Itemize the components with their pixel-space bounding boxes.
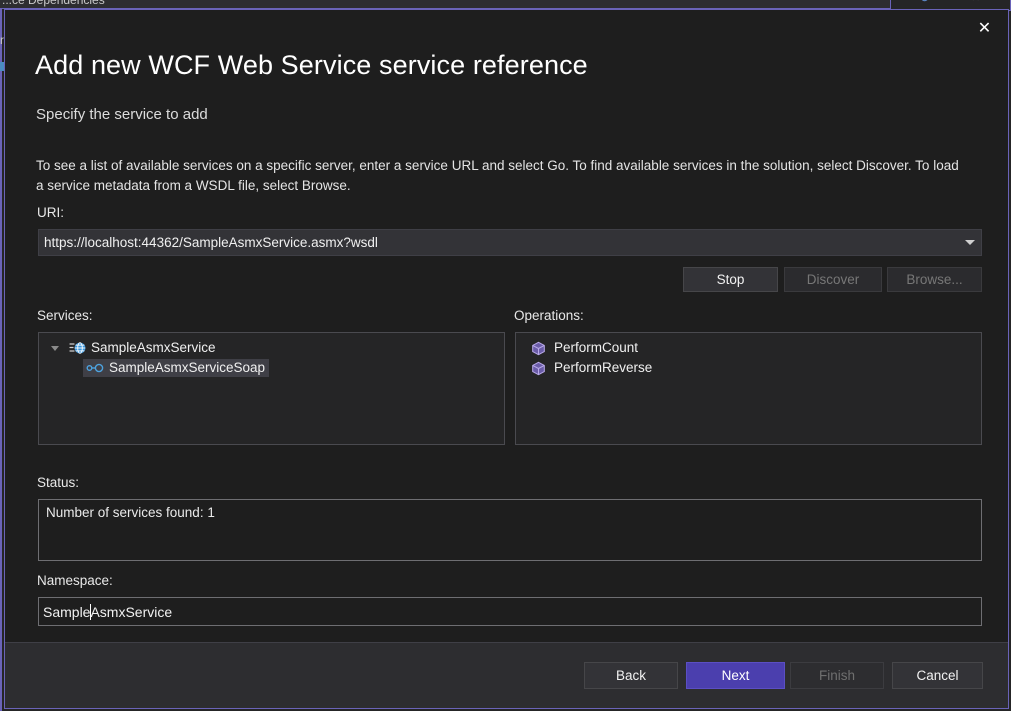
next-button[interactable]: Next xyxy=(686,662,785,689)
namespace-label: Namespace: xyxy=(37,573,113,588)
method-cube-icon xyxy=(528,360,548,376)
services-tree-root-label: SampleAsmxService xyxy=(91,340,216,355)
finish-button[interactable]: Finish xyxy=(790,662,884,689)
services-tree-child-label: SampleAsmxServiceSoap xyxy=(109,360,266,375)
services-label: Services: xyxy=(37,308,93,323)
pin-icon: ⎯ xyxy=(949,0,955,4)
services-tree-root-item[interactable]: SampleAsmxService xyxy=(39,338,504,358)
close-icon: ✕ xyxy=(971,0,980,4)
chevron-down-icon[interactable] xyxy=(959,230,981,255)
service-endpoint-icon xyxy=(85,360,105,376)
stop-button[interactable]: Stop xyxy=(683,267,778,292)
close-button[interactable]: ✕ xyxy=(962,11,1007,47)
background-window-edge xyxy=(0,9,2,711)
dialog-body: ✕ Add new WCF Web Service service refere… xyxy=(5,10,1008,642)
operation-label: PerformReverse xyxy=(554,360,653,375)
uri-label: URI: xyxy=(37,205,64,220)
caret-down-icon[interactable] xyxy=(45,345,65,351)
background-tab-label: ...ce Dependencies xyxy=(2,0,105,7)
instructions-text: To see a list of available services on a… xyxy=(36,158,959,193)
browse-button[interactable]: Browse... xyxy=(887,267,982,292)
back-button[interactable]: Back xyxy=(584,662,678,689)
services-tree-child-item[interactable]: SampleAsmxServiceSoap xyxy=(39,358,504,378)
background-tab-strip: ...ce Dependencies xyxy=(0,0,1011,9)
cancel-button[interactable]: Cancel xyxy=(892,662,983,689)
dialog-footer: Back Next Finish Cancel xyxy=(5,642,1008,708)
discover-button[interactable]: Discover xyxy=(784,267,882,292)
page-subtitle: Specify the service to add xyxy=(36,106,208,123)
page-title: Add new WCF Web Service service referenc… xyxy=(35,50,588,80)
namespace-value-before-caret: Sample xyxy=(43,603,91,620)
namespace-value-after-caret: AsmxService xyxy=(90,603,173,620)
status-label: Status: xyxy=(37,475,80,490)
namespace-input[interactable]: Sample AsmxService xyxy=(38,597,982,626)
operations-list[interactable]: PerformCount PerformReverse xyxy=(515,332,982,445)
operation-list-item[interactable]: PerformReverse xyxy=(516,358,981,378)
operation-label: PerformCount xyxy=(554,340,639,355)
uri-input[interactable]: https://localhost:44362/SampleAsmxServic… xyxy=(39,235,959,250)
web-service-globe-icon xyxy=(67,340,87,356)
operation-list-item[interactable]: PerformCount xyxy=(516,338,981,358)
services-tree[interactable]: SampleAsmxService SampleAsmxServiceSoap xyxy=(38,332,505,445)
add-service-reference-dialog: ✕ Add new WCF Web Service service refere… xyxy=(4,9,1009,709)
refresh-icon: ↻ xyxy=(919,0,930,6)
method-cube-icon xyxy=(528,340,548,356)
status-text: Number of services found: 1 xyxy=(38,499,982,561)
uri-combobox[interactable]: https://localhost:44362/SampleAsmxServic… xyxy=(38,229,982,256)
operations-label: Operations: xyxy=(514,308,584,323)
